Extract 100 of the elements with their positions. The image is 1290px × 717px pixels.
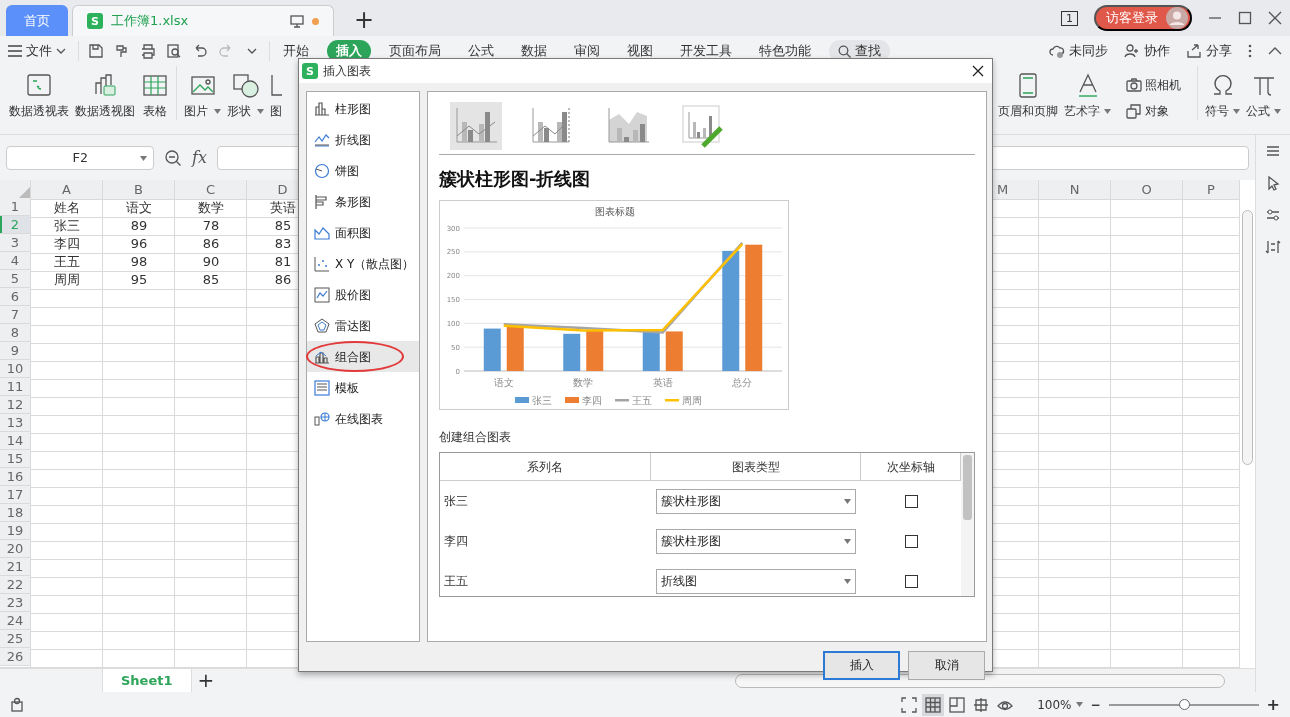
scrollbar-thumb[interactable]: [963, 455, 972, 520]
transfer-icon[interactable]: [1265, 239, 1281, 255]
row-header[interactable]: 4: [0, 252, 31, 270]
chart-category[interactable]: 面积图: [307, 217, 419, 248]
chart-category[interactable]: 组合图: [307, 341, 419, 372]
row-header[interactable]: 3: [0, 234, 31, 252]
format-painter-icon[interactable]: [114, 43, 130, 59]
row-header[interactable]: 22: [0, 576, 31, 594]
window-count[interactable]: 1: [1061, 10, 1078, 26]
ribbon-button[interactable]: 表格: [138, 66, 172, 126]
ribbon-tab[interactable]: 视图: [618, 40, 662, 62]
collapse-icon[interactable]: [1268, 47, 1282, 55]
file-menu[interactable]: 文件: [8, 41, 66, 61]
row-header[interactable]: 23: [0, 594, 31, 612]
row-header[interactable]: 18: [0, 504, 31, 522]
ribbon-button[interactable]: 图片: [181, 66, 224, 126]
chart-category[interactable]: X Y（散点图）: [307, 248, 419, 279]
new-tab-button[interactable]: +: [354, 8, 375, 32]
row-header[interactable]: 20: [0, 540, 31, 558]
ribbon-button[interactable]: 数据透视表: [6, 66, 72, 126]
row-header[interactable]: 5: [0, 270, 31, 288]
row-header[interactable]: 14: [0, 432, 31, 450]
cancel-button[interactable]: 取消: [908, 650, 985, 680]
row-header[interactable]: 17: [0, 486, 31, 504]
ribbon-button[interactable]: 形状: [224, 66, 267, 126]
chart-category[interactable]: 柱形图: [307, 93, 419, 124]
checkbox[interactable]: [904, 534, 918, 548]
row-header[interactable]: 10: [0, 360, 31, 378]
close-icon[interactable]: [1268, 11, 1282, 25]
chart-subtype[interactable]: [450, 102, 502, 150]
toolbar-button[interactable]: 分享: [1186, 41, 1232, 61]
row-header[interactable]: 9: [0, 342, 31, 360]
close-icon[interactable]: [972, 65, 984, 77]
row-header[interactable]: 21: [0, 558, 31, 576]
ribbon-tab[interactable]: 公式: [459, 40, 503, 62]
ribbon-tab[interactable]: 页面布局: [380, 40, 450, 62]
row-header[interactable]: 12: [0, 396, 31, 414]
chart-category[interactable]: 雷达图: [307, 310, 419, 341]
insert-button[interactable]: 插入: [823, 650, 900, 680]
ribbon-button[interactable]: 公式: [1243, 66, 1284, 126]
zoom-icon[interactable]: [164, 148, 182, 167]
ribbon-button[interactable]: 数据透视图: [72, 66, 138, 126]
login-button[interactable]: 访客登录: [1094, 5, 1192, 31]
column-header[interactable]: C: [175, 180, 247, 200]
chart-type-select[interactable]: 簇状柱形图: [656, 528, 856, 554]
toolbar-button[interactable]: 协作: [1124, 41, 1170, 61]
row-header[interactable]: 26: [0, 648, 31, 666]
save-icon[interactable]: [88, 43, 104, 59]
function-button[interactable]: fx: [192, 145, 207, 170]
name-box[interactable]: F2: [6, 145, 154, 170]
menu-icon[interactable]: [1265, 143, 1281, 159]
row-header[interactable]: 13: [0, 414, 31, 432]
ribbon-tab[interactable]: 特色功能: [750, 40, 820, 62]
checkbox[interactable]: [904, 574, 918, 588]
ribbon-tab[interactable]: 数据: [512, 40, 556, 62]
zoom-dropdown[interactable]: 100%: [1037, 695, 1083, 714]
toolbar-button[interactable]: 未同步: [1049, 41, 1108, 61]
more-vertical-icon[interactable]: [1248, 44, 1252, 58]
row-header[interactable]: 16: [0, 468, 31, 486]
maximize-icon[interactable]: [1238, 11, 1252, 25]
column-header[interactable]: B: [103, 180, 175, 200]
ribbon-button[interactable]: 对象: [1122, 100, 1185, 122]
row-header[interactable]: 15: [0, 450, 31, 468]
row-header[interactable]: 25: [0, 630, 31, 648]
ribbon-button[interactable]: 页眉和页脚: [995, 66, 1061, 126]
page-layout-icon[interactable]: [949, 696, 966, 713]
row-header[interactable]: 11: [0, 378, 31, 396]
chart-category[interactable]: 模板: [307, 372, 419, 403]
checkbox[interactable]: [904, 494, 918, 508]
row-header[interactable]: 24: [0, 612, 31, 630]
column-header[interactable]: P: [1183, 180, 1240, 200]
slider-thumb[interactable]: [1178, 698, 1190, 710]
ribbon-button[interactable]: 艺术字: [1061, 66, 1114, 126]
ribbon-tab[interactable]: 审阅: [565, 40, 609, 62]
row-header[interactable]: 8: [0, 324, 31, 342]
grid-view-icon[interactable]: [925, 696, 942, 713]
macro-icon[interactable]: [10, 696, 26, 713]
ribbon-button[interactable]: 照相机: [1122, 74, 1185, 96]
page-break-icon[interactable]: [973, 696, 990, 713]
fullscreen-icon[interactable]: [901, 696, 918, 713]
chart-type-select[interactable]: 簇状柱形图: [656, 488, 856, 514]
column-header[interactable]: A: [31, 180, 103, 200]
ribbon-button[interactable]: 图: [267, 66, 285, 126]
row-header[interactable]: 1: [0, 198, 31, 216]
chart-type-select[interactable]: 折线图: [656, 568, 856, 594]
ribbon-tab[interactable]: 开发工具: [671, 40, 741, 62]
ribbon-tab[interactable]: 开始: [274, 40, 318, 62]
print-icon[interactable]: [140, 43, 156, 59]
add-sheet-button[interactable]: +: [197, 669, 215, 691]
chart-category[interactable]: 股价图: [307, 279, 419, 310]
zoom-in-button[interactable]: +: [1266, 692, 1280, 717]
zoom-out-button[interactable]: −: [1090, 695, 1101, 714]
row-header[interactable]: 7: [0, 306, 31, 324]
print-preview-icon[interactable]: [166, 43, 182, 59]
row-header[interactable]: 6: [0, 288, 31, 306]
chart-category[interactable]: 折线图: [307, 124, 419, 155]
column-header[interactable]: O: [1111, 180, 1183, 200]
chart-category[interactable]: 在线图表: [307, 403, 419, 434]
ribbon-button[interactable]: 符号: [1202, 66, 1243, 126]
row-header[interactable]: 19: [0, 522, 31, 540]
